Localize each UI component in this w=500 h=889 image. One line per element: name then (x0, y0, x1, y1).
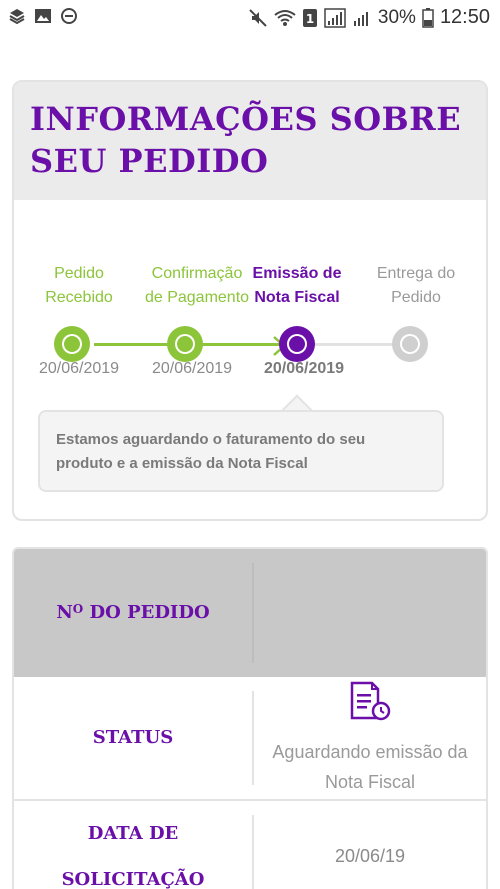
step-label-line: Pedido (54, 265, 104, 282)
mute-icon (248, 8, 268, 28)
step-label-line: Pedido (391, 289, 441, 306)
status-message: Estamos aguardando o faturamento do seu … (38, 410, 444, 492)
step-label-line: Nota Fiscal (254, 289, 340, 306)
layers-icon (8, 7, 26, 25)
step-label-invoice: Emissão de Nota Fiscal (237, 262, 357, 310)
step-label-delivery: Entrega do Pedido (356, 262, 476, 310)
order-details-card: NO DO PEDIDO STATUS Aguardando emissão d… (12, 547, 488, 889)
request-date-label: DATA DE SOLICITAÇÃO (61, 823, 205, 889)
step-label-line: Emissão de (252, 265, 342, 282)
status-label: STATUS (92, 727, 174, 748)
step-label-line: Recebido (45, 289, 113, 306)
image-icon (34, 7, 52, 25)
step-node-delivery (392, 326, 428, 362)
status-bar-left (8, 7, 78, 25)
request-date-value: 20/06/19 (334, 846, 406, 866)
page-title: INFORMAÇÕES SOBRE SEU PEDIDO (30, 100, 462, 180)
step-node-received (54, 326, 90, 362)
order-progress-header: INFORMAÇÕES SOBRE SEU PEDIDO (14, 82, 486, 200)
sim-1-icon: 1 (302, 8, 318, 28)
step-label-received: Pedido Recebido (19, 262, 139, 310)
order-number-value (254, 549, 486, 677)
status-row: STATUS Aguardando emissão da Nota Fiscal (14, 677, 486, 801)
status-bar-right: 1 30% 12:50 (248, 6, 490, 29)
order-number-label-prefix: N (56, 602, 73, 623)
order-number-row: NO DO PEDIDO (14, 549, 486, 677)
do-not-disturb-icon (60, 7, 78, 25)
step-date-payment: 20/06/2019 (151, 360, 233, 377)
status-value: Aguardando emissão da Nota Fiscal (272, 741, 468, 792)
step-node-payment (167, 326, 203, 362)
clock: 12:50 (439, 6, 490, 28)
order-steps: Pedido Recebido Confirmação de Pagamento… (14, 200, 486, 519)
battery-percent: 30% (377, 6, 416, 28)
wifi-icon (274, 8, 296, 28)
step-date-invoice: 20/06/2019 (263, 360, 345, 377)
svg-text:1: 1 (306, 12, 314, 26)
invoice-clock-icon (348, 680, 392, 731)
status-value-cell: Aguardando emissão da Nota Fiscal (254, 677, 486, 799)
status-bar: 1 30% 12:50 (0, 0, 500, 34)
step-label-line: Entrega do (376, 265, 456, 282)
request-date-value-cell: 20/06/19 (254, 801, 486, 889)
progress-track-2 (200, 343, 280, 346)
order-progress-card: INFORMAÇÕES SOBRE SEU PEDIDO Pedido Rece… (12, 80, 488, 521)
step-node-invoice (279, 326, 315, 362)
order-number-label: NO DO PEDIDO (14, 549, 252, 677)
step-date-received: 20/06/2019 (38, 360, 120, 377)
signal-2-icon (352, 8, 372, 28)
signal-1-icon (324, 7, 346, 28)
request-date-row: DATA DE SOLICITAÇÃO 20/06/19 (14, 801, 486, 889)
battery-icon (422, 7, 434, 28)
order-number-label-sup: O (72, 602, 84, 616)
order-number-label-suffix: DO PEDIDO (83, 602, 210, 623)
